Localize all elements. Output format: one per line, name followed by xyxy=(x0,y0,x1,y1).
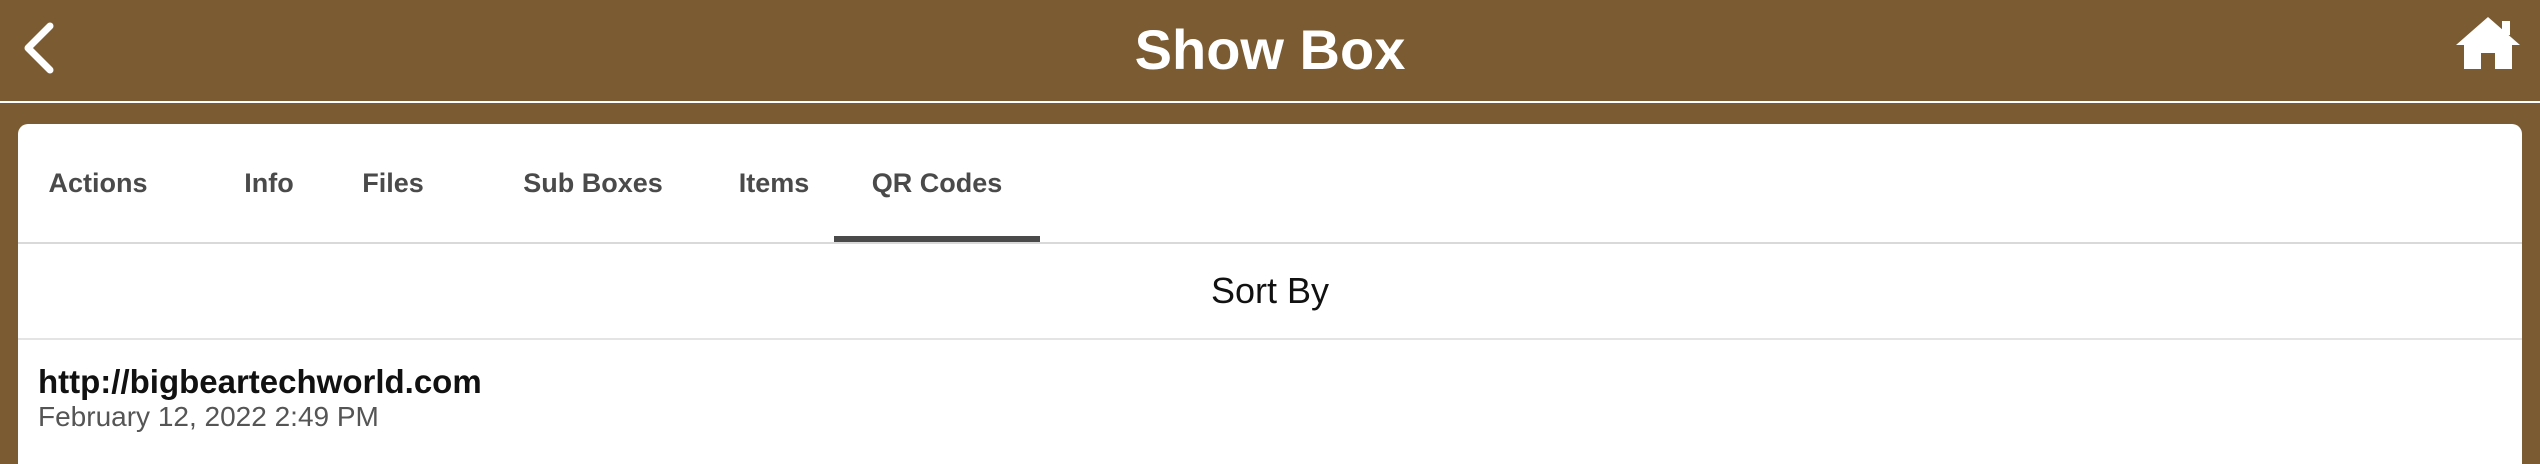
content-card: Actions Info Files Sub Boxes Items QR Co… xyxy=(18,124,2522,464)
tab-label: Files xyxy=(362,167,424,198)
tab-files[interactable]: Files xyxy=(338,124,448,242)
qr-code-url: http://bigbeartechworld.com xyxy=(38,363,482,400)
page-title: Show Box xyxy=(1134,18,1406,81)
tab-label: Actions xyxy=(48,167,148,198)
tab-label: Items xyxy=(738,167,810,198)
tab-label: Sub Boxes xyxy=(523,167,663,198)
header-divider xyxy=(0,101,2540,103)
home-button[interactable] xyxy=(2452,14,2524,76)
sort-by-button[interactable]: Sort By xyxy=(18,244,2522,340)
tab-sub-boxes[interactable]: Sub Boxes xyxy=(488,124,698,242)
tab-bar: Actions Info Files Sub Boxes Items QR Co… xyxy=(18,124,2522,244)
home-icon xyxy=(2454,15,2522,76)
tab-actions[interactable]: Actions xyxy=(36,124,160,242)
tab-items[interactable]: Items xyxy=(714,124,834,242)
tab-label: QR Codes xyxy=(871,167,1003,198)
app-header: Show Box xyxy=(0,0,2540,103)
qr-code-item[interactable]: http://bigbeartechworld.com February 12,… xyxy=(18,340,2522,464)
qr-code-date: February 12, 2022 2:49 PM xyxy=(38,401,379,432)
tab-label: Info xyxy=(244,167,294,198)
tab-qr-codes[interactable]: QR Codes xyxy=(834,124,1040,242)
sort-by-label: Sort By xyxy=(1210,270,1330,311)
tab-info[interactable]: Info xyxy=(214,124,324,242)
